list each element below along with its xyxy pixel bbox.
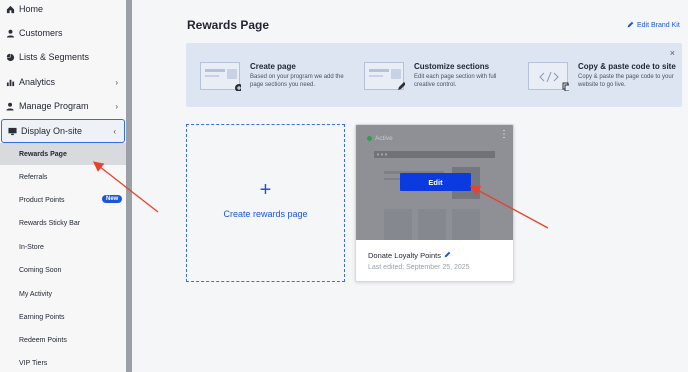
bar-chart-icon bbox=[6, 78, 15, 87]
edit-button[interactable]: Edit bbox=[400, 173, 471, 191]
sidebar-item-label: Lists & Segments bbox=[19, 52, 90, 62]
pencil-icon bbox=[627, 21, 634, 30]
sidebar-subitem-in-store[interactable]: In-Store bbox=[0, 236, 126, 258]
user-gear-icon bbox=[6, 102, 15, 111]
info-step-desc: Copy & paste the page code to your websi… bbox=[578, 74, 674, 88]
sidebar-subitem-rewards-sticky-bar[interactable]: Rewards Sticky Bar bbox=[0, 212, 126, 234]
sidebar-subitem-earning-points[interactable]: Earning Points bbox=[0, 306, 126, 328]
sidebar-subitem-product-points[interactable]: Product Points New bbox=[0, 189, 126, 211]
info-step-title: Customize sections bbox=[414, 62, 490, 71]
sidebar-subitem-rewards-page[interactable]: Rewards Page bbox=[0, 143, 126, 165]
pie-chart-icon bbox=[6, 53, 15, 62]
sidebar: Home Customers Lists & Segments Analytic… bbox=[0, 0, 126, 372]
page-title: Rewards Page bbox=[187, 18, 270, 32]
users-icon bbox=[6, 29, 15, 38]
more-options-icon[interactable]: ⋮ bbox=[499, 130, 509, 140]
sidebar-item-home[interactable]: Home bbox=[0, 0, 126, 21]
sidebar-subitem-vip-tiers[interactable]: VIP Tiers bbox=[0, 352, 126, 372]
sidebar-item-label: Customers bbox=[19, 28, 63, 38]
status-dot-icon bbox=[367, 136, 372, 141]
sidebar-item-label: Display On-site bbox=[21, 126, 83, 136]
sidebar-item-label: Analytics bbox=[19, 77, 56, 87]
new-badge: New bbox=[102, 195, 123, 203]
chevron-right-icon: › bbox=[115, 77, 118, 87]
status-badge: Active bbox=[367, 135, 393, 142]
rewards-page-card[interactable]: Active ⋮ Edit Donate Loyalty Points Last… bbox=[355, 124, 514, 282]
page-name-label: Donate Loyalty Points bbox=[368, 251, 441, 260]
customize-sections-illustration bbox=[364, 62, 406, 90]
sidebar-item-customers[interactable]: Customers bbox=[0, 21, 126, 45]
sidebar-item-label: Home bbox=[19, 4, 44, 14]
info-step-desc: Based on your program we add the page se… bbox=[250, 74, 344, 88]
sidebar-subitem-label: Earning Points bbox=[19, 313, 65, 321]
sidebar-subitem-label: In-Store bbox=[19, 243, 44, 251]
close-icon[interactable]: × bbox=[670, 48, 675, 58]
status-label: Active bbox=[375, 135, 393, 142]
sidebar-subitem-my-activity[interactable]: My Activity bbox=[0, 283, 126, 305]
plus-icon: + bbox=[259, 179, 272, 201]
sidebar-subitem-redeem-points[interactable]: Redeem Points bbox=[0, 329, 126, 351]
sidebar-item-lists-segments[interactable]: Lists & Segments bbox=[0, 45, 126, 69]
monitor-icon bbox=[8, 127, 17, 136]
sidebar-item-display-onsite[interactable]: Display On-site ‹ bbox=[1, 119, 125, 143]
info-step-customize: Customize sections Edit each page sectio… bbox=[364, 62, 514, 90]
sidebar-subitem-label: Coming Soon bbox=[19, 266, 62, 274]
create-page-illustration bbox=[200, 62, 243, 92]
info-step-create-page: Create page Based on your program we add… bbox=[200, 62, 350, 92]
sidebar-item-label: Manage Program bbox=[19, 101, 89, 111]
sidebar-item-manage-program[interactable]: Manage Program › bbox=[0, 94, 126, 118]
sidebar-subitem-label: VIP Tiers bbox=[19, 359, 48, 367]
sidebar-subitem-referrals[interactable]: Referrals bbox=[0, 166, 126, 188]
info-step-desc: Edit each page section with full creativ… bbox=[414, 74, 497, 88]
code-illustration bbox=[528, 62, 571, 92]
onboarding-info-bar: × Create page Based on your program we a… bbox=[186, 43, 682, 107]
sidebar-subitem-coming-soon[interactable]: Coming Soon bbox=[0, 259, 126, 281]
sidebar-subitem-label: Product Points bbox=[19, 196, 65, 204]
sidebar-item-analytics[interactable]: Analytics › bbox=[0, 70, 126, 94]
chevron-up-icon: ‹ bbox=[113, 126, 116, 136]
sidebar-subitem-label: Redeem Points bbox=[19, 336, 67, 344]
home-icon bbox=[6, 5, 15, 14]
sidebar-subitem-label: Rewards Sticky Bar bbox=[19, 219, 81, 227]
info-step-copy-code: Copy & paste code to site Copy & paste t… bbox=[528, 62, 678, 92]
edit-brand-kit-link[interactable]: Edit Brand Kit bbox=[627, 21, 680, 30]
chevron-right-icon: › bbox=[115, 101, 118, 111]
page-name: Donate Loyalty Points bbox=[368, 251, 451, 260]
edit-brand-kit-label: Edit Brand Kit bbox=[637, 22, 680, 29]
rename-pencil-icon[interactable] bbox=[444, 251, 451, 260]
sidebar-subitem-label: Rewards Page bbox=[19, 150, 67, 158]
info-step-title: Copy & paste code to site bbox=[578, 62, 676, 71]
create-rewards-page-card[interactable]: + Create rewards page bbox=[186, 124, 345, 282]
page-preview-thumbnail: Active ⋮ Edit bbox=[356, 125, 513, 240]
main-content: Rewards Page Edit Brand Kit × Create pag… bbox=[132, 0, 688, 372]
last-edited-date: Last edited: September 25, 2025 bbox=[368, 264, 470, 271]
sidebar-subitem-label: Referrals bbox=[19, 173, 48, 181]
info-step-title: Create page bbox=[250, 62, 296, 71]
create-rewards-page-label: Create rewards page bbox=[223, 209, 308, 219]
sidebar-subitem-label: My Activity bbox=[19, 290, 53, 298]
